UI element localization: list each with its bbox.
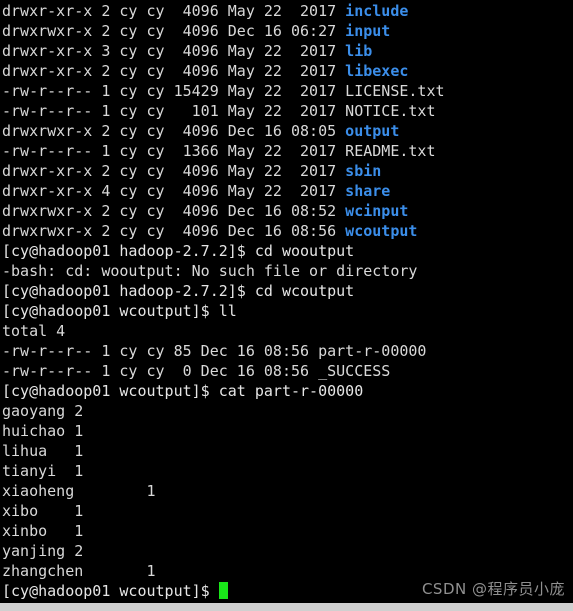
terminal-text-segment: output (345, 122, 400, 140)
terminal-text-segment: drwxr-xr-x 3 cy cy 4096 May 22 2017 (2, 42, 346, 60)
terminal-text-segment: drwxr-xr-x 4 cy cy 4096 May 22 2017 (2, 182, 346, 200)
terminal-text-segment: drwxr-xr-x 2 cy cy 4096 May 22 2017 (2, 62, 346, 80)
terminal-line-wc-huichao: huichao 1 (2, 421, 573, 441)
terminal-line-ls-include: drwxr-xr-x 2 cy cy 4096 May 22 2017 incl… (2, 1, 573, 21)
terminal-text-segment: -rw-r--r-- 1 cy cy 85 Dec 16 08:56 part-… (2, 342, 427, 360)
terminal-line-ls-output: drwxrwxr-x 2 cy cy 4096 Dec 16 08:05 out… (2, 121, 573, 141)
terminal-line-ls-lib: drwxr-xr-x 3 cy cy 4096 May 22 2017 lib (2, 41, 573, 61)
terminal-text-segment: gaoyang 2 (2, 402, 84, 420)
terminal-line-err-no-such-file: -bash: cd: wooutput: No such file or dir… (2, 261, 573, 281)
terminal-text-segment: -bash: cd: wooutput: No such file or dir… (2, 262, 418, 280)
terminal-text-segment: drwxrwxr-x 2 cy cy 4096 Dec 16 08:52 (2, 202, 346, 220)
terminal-text-segment: sbin (345, 162, 382, 180)
terminal-text-segment: -rw-r--r-- 1 cy cy 0 Dec 16 08:56 _SUCCE… (2, 362, 391, 380)
terminal-text-segment: xiaoheng 1 (2, 482, 156, 500)
terminal-text-segment: xinbo 1 (2, 522, 84, 540)
bottom-edge-strip (0, 603, 573, 611)
terminal-text-segment: drwxrwxr-x 2 cy cy 4096 Dec 16 08:05 (2, 122, 346, 140)
terminal-text-segment: libexec (345, 62, 409, 80)
terminal-line-ls-libexec: drwxr-xr-x 2 cy cy 4096 May 22 2017 libe… (2, 61, 573, 81)
terminal-text-segment: drwxrwxr-x 2 cy cy 4096 Dec 16 08:56 (2, 222, 346, 240)
terminal-output: drwxr-xr-x 2 cy cy 4096 May 22 2017 incl… (2, 1, 573, 601)
terminal-line-wc-lihua: lihua 1 (2, 441, 573, 461)
terminal-line-ls-notice: -rw-r--r-- 1 cy cy 101 May 22 2017 NOTIC… (2, 101, 573, 121)
terminal-text-segment: lib (345, 42, 373, 60)
terminal-line-ls-wcoutput: drwxrwxr-x 2 cy cy 4096 Dec 16 08:56 wco… (2, 221, 573, 241)
terminal-text-segment: share (345, 182, 391, 200)
terminal-text-segment: [cy@hadoop01 wcoutput]$ cat part-r-00000 (2, 382, 364, 400)
terminal-text-segment: [cy@hadoop01 wcoutput]$ ll (2, 302, 237, 320)
terminal-text-segment: zhangchen 1 (2, 562, 156, 580)
terminal-line-ls-sbin: drwxr-xr-x 2 cy cy 4096 May 22 2017 sbin (2, 161, 573, 181)
terminal-text-segment: tianyi 1 (2, 462, 84, 480)
terminal-text-segment: -rw-r--r-- 1 cy cy 15429 May 22 2017 LIC… (2, 82, 445, 100)
terminal-text-segment: [cy@hadoop01 hadoop-2.7.2]$ cd wcoutput (2, 282, 355, 300)
terminal-line-out-total: total 4 (2, 321, 573, 341)
terminal-window[interactable]: drwxr-xr-x 2 cy cy 4096 May 22 2017 incl… (0, 0, 573, 611)
terminal-text-segment: include (345, 2, 409, 20)
terminal-line-cmd-ll: [cy@hadoop01 wcoutput]$ ll (2, 301, 573, 321)
terminal-text-segment: drwxrwxr-x 2 cy cy 4096 Dec 16 06:27 (2, 22, 346, 40)
watermark-text: CSDN @程序员小庞 (421, 580, 565, 598)
terminal-text-segment: total 4 (2, 322, 66, 340)
terminal-line-ls-license: -rw-r--r-- 1 cy cy 15429 May 22 2017 LIC… (2, 81, 573, 101)
terminal-line-ls-success: -rw-r--r-- 1 cy cy 0 Dec 16 08:56 _SUCCE… (2, 361, 573, 381)
terminal-text-segment: wcinput (345, 202, 409, 220)
terminal-line-cmd-cd-wooutput: [cy@hadoop01 hadoop-2.7.2]$ cd wooutput (2, 241, 573, 261)
terminal-text-segment: xibo 1 (2, 502, 84, 520)
terminal-text-segment: drwxr-xr-x 2 cy cy 4096 May 22 2017 (2, 2, 346, 20)
terminal-line-wc-xibo: xibo 1 (2, 501, 573, 521)
terminal-text-segment: -rw-r--r-- 1 cy cy 101 May 22 2017 NOTIC… (2, 102, 436, 120)
terminal-line-cmd-cat-part: [cy@hadoop01 wcoutput]$ cat part-r-00000 (2, 381, 573, 401)
terminal-text-segment: huichao 1 (2, 422, 84, 440)
terminal-line-wc-yanjing: yanjing 2 (2, 541, 573, 561)
terminal-text-segment: lihua 1 (2, 442, 84, 460)
terminal-line-ls-part-r-00000: -rw-r--r-- 1 cy cy 85 Dec 16 08:56 part-… (2, 341, 573, 361)
terminal-text-segment: input (345, 22, 391, 40)
terminal-text-segment: -rw-r--r-- 1 cy cy 1366 May 22 2017 READ… (2, 142, 436, 160)
terminal-text-segment: drwxr-xr-x 2 cy cy 4096 May 22 2017 (2, 162, 346, 180)
terminal-line-wc-xiaoheng: xiaoheng 1 (2, 481, 573, 501)
terminal-line-ls-readme: -rw-r--r-- 1 cy cy 1366 May 22 2017 READ… (2, 141, 573, 161)
terminal-line-wc-gaoyang: gaoyang 2 (2, 401, 573, 421)
terminal-line-cmd-cd-wcoutput: [cy@hadoop01 hadoop-2.7.2]$ cd wcoutput (2, 281, 573, 301)
terminal-text-segment: [cy@hadoop01 wcoutput]$ (2, 582, 219, 600)
terminal-line-ls-share: drwxr-xr-x 4 cy cy 4096 May 22 2017 shar… (2, 181, 573, 201)
terminal-line-ls-input: drwxrwxr-x 2 cy cy 4096 Dec 16 06:27 inp… (2, 21, 573, 41)
text-cursor (218, 582, 228, 599)
terminal-text-segment: wcoutput (345, 222, 418, 240)
terminal-text-segment: yanjing 2 (2, 542, 84, 560)
terminal-line-wc-tianyi: tianyi 1 (2, 461, 573, 481)
terminal-text-segment: [cy@hadoop01 hadoop-2.7.2]$ cd wooutput (2, 242, 355, 260)
terminal-line-wc-xinbo: xinbo 1 (2, 521, 573, 541)
terminal-line-ls-wcinput: drwxrwxr-x 2 cy cy 4096 Dec 16 08:52 wci… (2, 201, 573, 221)
terminal-line-wc-zhangchen: zhangchen 1 (2, 561, 573, 581)
